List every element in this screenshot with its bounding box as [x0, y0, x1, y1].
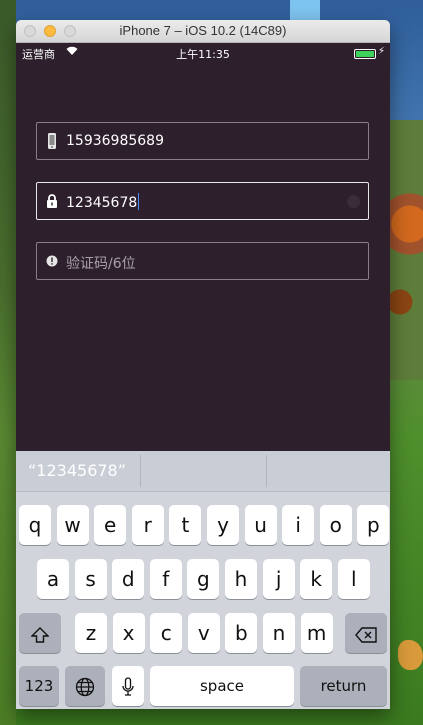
- key-c[interactable]: c: [150, 613, 183, 653]
- verification-code-field[interactable]: 验证码/6位: [36, 242, 369, 280]
- key-q[interactable]: q: [19, 505, 51, 545]
- shift-key[interactable]: [19, 613, 61, 653]
- microphone-icon: [122, 677, 134, 696]
- key-g[interactable]: g: [187, 559, 220, 599]
- simulator-window: iPhone 7 – iOS 10.2 (14C89) 运营商 上午11:35 …: [16, 20, 390, 709]
- verification-code-input[interactable]: 验证码/6位: [66, 253, 136, 273]
- key-z[interactable]: z: [75, 613, 107, 653]
- window-title: iPhone 7 – iOS 10.2 (14C89): [119, 23, 287, 38]
- key-d[interactable]: d: [112, 559, 145, 599]
- globe-icon: [75, 677, 95, 697]
- key-b[interactable]: b: [225, 613, 258, 653]
- shift-icon: [30, 627, 50, 643]
- suggestion-divider: [140, 455, 141, 487]
- suggestion-item[interactable]: “12345678”: [16, 451, 140, 491]
- key-h[interactable]: h: [225, 559, 257, 599]
- numbers-key[interactable]: 123: [19, 666, 59, 706]
- key-x[interactable]: x: [112, 613, 145, 653]
- status-bar: 运营商 上午11:35 ⚡: [16, 43, 390, 63]
- key-v[interactable]: v: [187, 613, 220, 653]
- key-l[interactable]: l: [337, 559, 370, 599]
- key-o[interactable]: o: [319, 505, 352, 545]
- space-key[interactable]: space: [150, 666, 294, 706]
- desktop-leaf: [398, 640, 423, 670]
- key-u[interactable]: u: [244, 505, 277, 545]
- status-time: 上午11:35: [176, 48, 230, 61]
- key-r[interactable]: r: [131, 505, 164, 545]
- key-f[interactable]: f: [149, 559, 182, 599]
- phone-icon: [48, 133, 56, 149]
- key-j[interactable]: j: [262, 559, 295, 599]
- phone-input[interactable]: 15936985689: [66, 133, 164, 149]
- desktop-background-tree: [390, 120, 423, 380]
- key-s[interactable]: s: [74, 559, 107, 599]
- backspace-icon: [355, 627, 377, 643]
- delete-key[interactable]: [345, 613, 387, 653]
- charging-bolt-icon: ⚡: [377, 46, 385, 57]
- keyboard: “12345678” q w e r t y u i o p a s d f g h j k l z x c v b n m 123…: [16, 451, 390, 709]
- window-titlebar[interactable]: iPhone 7 – iOS 10.2 (14C89): [16, 20, 390, 43]
- desktop-sky-patch: [290, 0, 320, 22]
- key-e[interactable]: e: [94, 505, 127, 545]
- key-i[interactable]: i: [282, 505, 315, 545]
- dictation-key[interactable]: [112, 666, 144, 706]
- globe-key[interactable]: [65, 666, 105, 706]
- phone-field[interactable]: 15936985689: [36, 122, 369, 160]
- key-y[interactable]: y: [207, 505, 239, 545]
- key-n[interactable]: n: [263, 613, 295, 653]
- battery-level: [356, 51, 374, 57]
- desktop-background-left: [0, 0, 16, 725]
- key-m[interactable]: m: [300, 613, 333, 653]
- key-k[interactable]: k: [300, 559, 333, 599]
- lock-icon: [47, 194, 57, 208]
- key-p[interactable]: p: [357, 505, 390, 545]
- suggestion-divider: [266, 455, 267, 487]
- suggestion-bar: “12345678”: [16, 451, 390, 492]
- battery-icon: [354, 49, 376, 59]
- alert-circle-icon: [46, 255, 58, 267]
- key-t[interactable]: t: [169, 505, 202, 545]
- key-a[interactable]: a: [37, 559, 69, 599]
- password-input-wrap[interactable]: 12345678: [66, 193, 140, 211]
- key-w[interactable]: w: [56, 505, 89, 545]
- password-field[interactable]: 12345678: [36, 182, 369, 220]
- text-caret: [138, 193, 140, 210]
- password-input[interactable]: 12345678: [66, 195, 137, 211]
- clear-text-icon[interactable]: [347, 195, 360, 208]
- return-key[interactable]: return: [300, 666, 387, 706]
